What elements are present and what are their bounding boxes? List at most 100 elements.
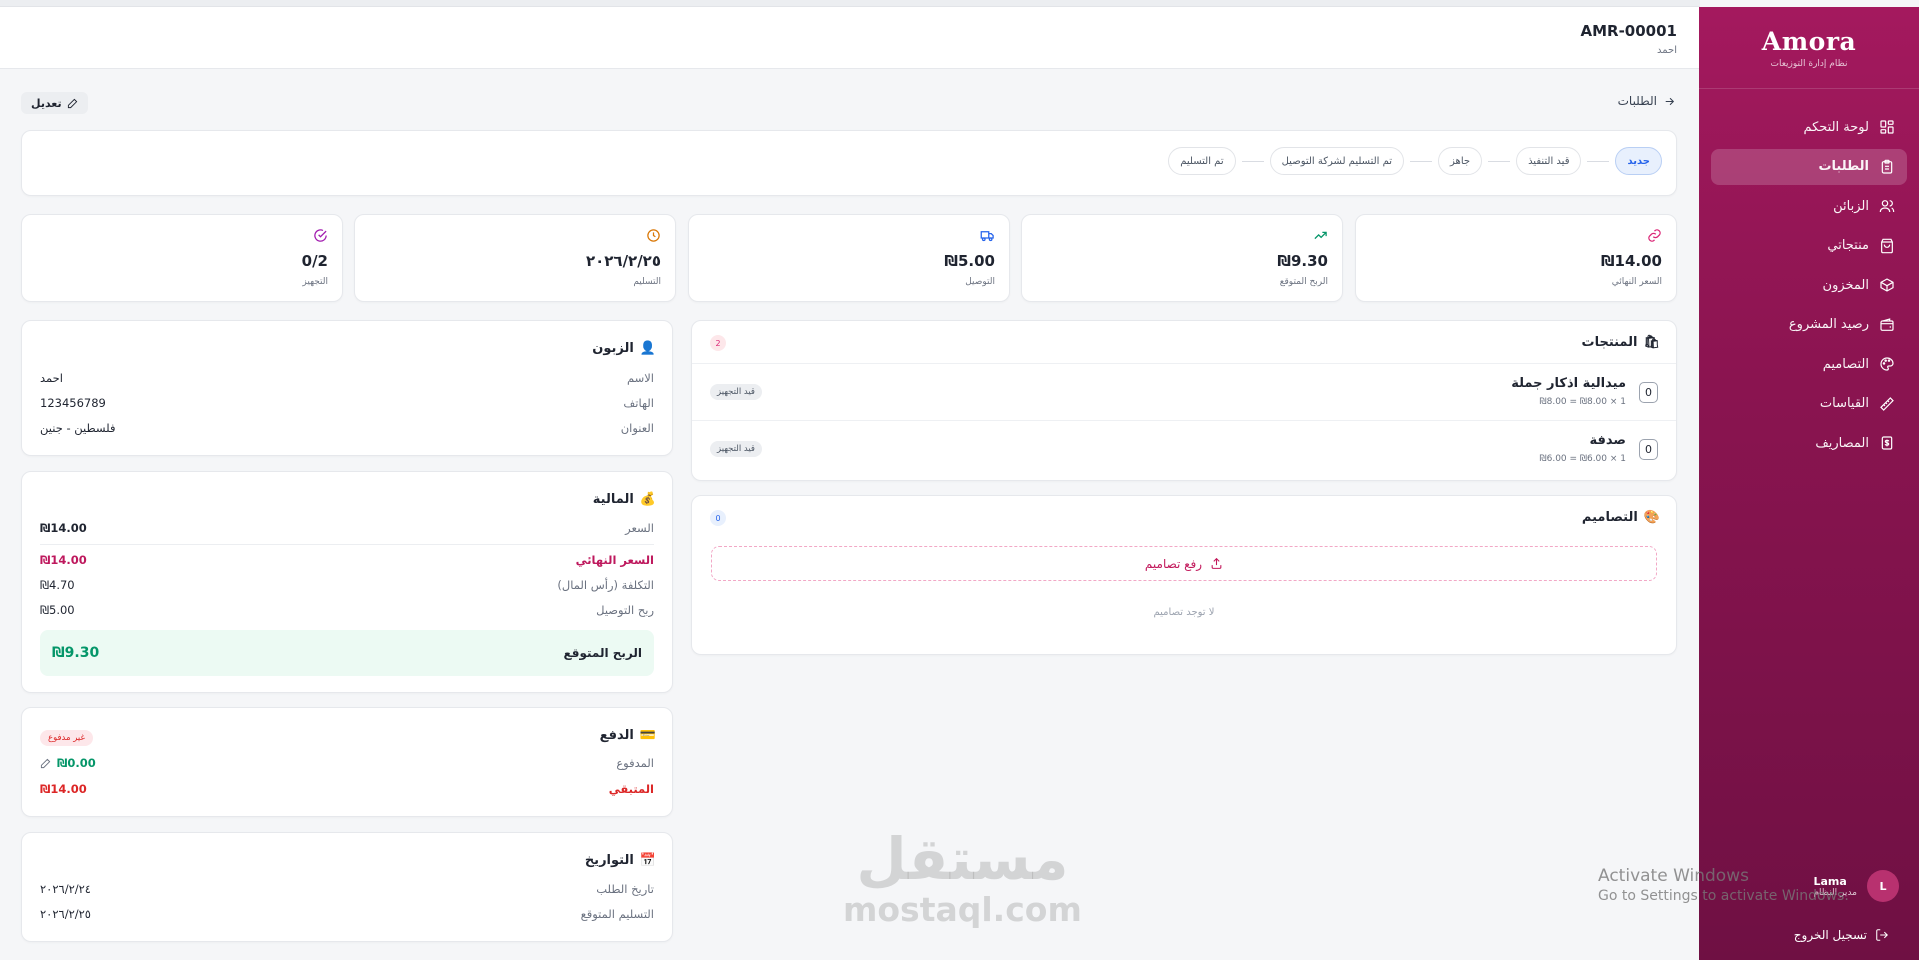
final-price-value: ₪14.00 [40, 553, 87, 567]
designs-title: 🎨 التصاميم [1582, 510, 1660, 525]
remaining-row: المتبقي ₪14.00 [40, 782, 654, 796]
status-step-in-progress[interactable]: قيد التنفيذ [1516, 147, 1582, 175]
order-date-row: تاريخ الطلب ٢٠٢٦/٢/٢٤ [40, 882, 654, 896]
product-price: ₪8.00 = ₪8.00 × 1 [1539, 397, 1626, 407]
sidebar-item-measurements[interactable]: القياسات [1711, 386, 1907, 422]
sidebar-item-label: التصاميم [1822, 356, 1869, 372]
field-label: المدفوع [616, 756, 654, 770]
delivery-profit-row: ربح التوصيل ₪5.00 [40, 603, 654, 617]
finance-title: 💰 المالية [593, 492, 656, 507]
customer-phone[interactable]: 123456789 [40, 396, 106, 410]
sidebar-item-label: لوحة التحكم [1803, 119, 1869, 135]
check-circle-icon [313, 228, 328, 243]
sidebar-item-label: منتجاتي [1827, 238, 1869, 253]
edit-button[interactable]: تعديل [21, 92, 88, 114]
designs-count-badge: 0 [710, 510, 726, 526]
logout-button[interactable]: تسجيل الخروج [1794, 928, 1889, 942]
expected-delivery-row: التسليم المتوقع ٢٠٢٦/٢/٢٥ [40, 907, 654, 921]
products-card: 🛍 المنتجات 2 0 ميدالية اذكار جملة ₪8.00 … [691, 320, 1677, 481]
stat-label: التسليم [633, 277, 661, 287]
sidebar-item-project-balance[interactable]: رصيد المشروع [1711, 307, 1907, 343]
stat-label: الربح المتوقع [1279, 277, 1328, 287]
field-label: المتبقي [608, 782, 654, 796]
clock-icon [646, 228, 661, 243]
product-status-badge[interactable]: قيد التجهيز [710, 384, 762, 400]
stat-value: 0/2 [301, 252, 328, 270]
field-label: التسليم المتوقع [580, 907, 654, 921]
shopping-bag-icon [1881, 238, 1893, 253]
sidebar-item-label: القياسات [1819, 396, 1869, 411]
sidebar: Amora نظام إدارة التوزيعات لوحة التحكم ا… [1699, 7, 1919, 960]
step-connector [1410, 160, 1433, 162]
sidebar-item-label: رصيد المشروع [1788, 317, 1869, 332]
product-name: صدفة [1589, 433, 1626, 448]
sidebar-item-label: الزبائن [1833, 198, 1869, 214]
customer-name-row: الاسم احمد [40, 371, 654, 385]
activate-windows-title: Activate Windows [1598, 866, 1749, 886]
stat-value: ₪5.00 [944, 252, 995, 270]
brand-logo[interactable]: Amora [1699, 27, 1919, 56]
step-connector [1488, 160, 1511, 162]
field-label: السعر [625, 521, 654, 535]
clipboard-icon [1881, 159, 1893, 174]
upload-label: رفع تصاميم [1144, 556, 1203, 571]
page-header: AMR-00001 احمد [0, 7, 1699, 69]
expected-delivery-value: ٢٠٢٦/٢/٢٥ [40, 907, 91, 921]
status-step-new[interactable]: جديد [1615, 147, 1662, 175]
status-step-ready[interactable]: جاهز [1438, 147, 1483, 175]
field-label: ربح التوصيل [596, 603, 654, 617]
field-label: التكلفة (رأس المال) [557, 578, 654, 592]
finance-card: 💰 المالية السعر ₪14.00 السعر النهائي ₪14… [21, 471, 673, 693]
edit-button-label: تعديل [31, 96, 62, 110]
payment-status-badge: غير مدفوع [40, 730, 93, 746]
activate-windows-hint: Go to Settings to activate Windows. [1598, 888, 1849, 904]
step-connector [1241, 160, 1264, 162]
section-title-text: الزبون [592, 341, 634, 356]
customer-phone-row: الهاتف 123456789 [40, 396, 654, 410]
truck-icon [980, 228, 995, 243]
upload-designs-button[interactable]: رفع تصاميم [711, 546, 1657, 581]
sidebar-item-designs[interactable]: التصاميم [1711, 346, 1907, 382]
product-qty[interactable]: 0 [1639, 382, 1658, 403]
trending-up-icon [1313, 228, 1328, 243]
stat-delivery: ₪5.00 التوصيل [688, 214, 1010, 302]
order-code: AMR-00001 [1580, 22, 1678, 40]
sidebar-item-my-products[interactable]: منتجاتي [1711, 228, 1907, 264]
watermark-url: mostaql.com [843, 890, 1082, 929]
final-price-row: السعر النهائي ₪14.00 [40, 553, 654, 567]
stat-label: التجهيز [302, 277, 328, 287]
expected-profit-box: الربح المتوقع ₪9.30 [40, 630, 654, 676]
price-row: السعر ₪14.00 [40, 521, 654, 535]
money-bag-icon: 💰 [639, 492, 656, 507]
receipt-icon [1881, 436, 1893, 450]
palette-emoji-icon: 🎨 [1643, 510, 1660, 525]
products-icon: 🛍 [1643, 335, 1660, 350]
order-customer-name: احمد [1657, 45, 1677, 56]
cost-value: ₪4.70 [40, 578, 75, 592]
back-to-orders-link[interactable]: الطلبات [1618, 94, 1676, 108]
product-qty[interactable]: 0 [1639, 439, 1658, 460]
sidebar-item-dashboard[interactable]: لوحة التحكم [1711, 109, 1907, 145]
remaining-value: ₪14.00 [40, 782, 87, 796]
section-title-text: المالية [592, 492, 634, 507]
product-row[interactable]: 0 صدفة ₪6.00 = ₪6.00 × 1 قيد التجهيز [692, 420, 1676, 477]
product-row[interactable]: 0 ميدالية اذكار جملة ₪8.00 = ₪8.00 × 1 ق… [692, 363, 1676, 420]
edit-paid-icon[interactable] [40, 758, 51, 769]
sidebar-item-inventory[interactable]: المخزون [1711, 267, 1907, 303]
section-title-text: التصاميم [1581, 510, 1638, 525]
status-step-handed-to-courier[interactable]: تم التسليم لشركة التوصيل [1269, 147, 1405, 175]
link-icon [1647, 228, 1662, 243]
brand-subtitle: نظام إدارة التوزيعات [1770, 59, 1848, 69]
sidebar-item-expenses[interactable]: المصاريف [1711, 425, 1907, 461]
credit-card-icon: 💳 [639, 728, 656, 743]
ruler-icon [1880, 396, 1894, 411]
paid-value-group: ₪0.00 [40, 756, 96, 770]
sidebar-item-orders[interactable]: الطلبات [1711, 148, 1907, 185]
sidebar-item-customers[interactable]: الزبائن [1711, 188, 1907, 224]
stat-label: السعر النهائي [1611, 277, 1662, 287]
dates-title: 📅 التواريخ [585, 853, 656, 868]
avatar: L [1867, 870, 1899, 902]
stat-delivery-date: ٢٠٢٦/٢/٢٥ التسليم [354, 214, 676, 302]
product-status-badge[interactable]: قيد التجهيز [710, 441, 762, 457]
status-step-delivered[interactable]: تم التسليم [1168, 147, 1236, 175]
